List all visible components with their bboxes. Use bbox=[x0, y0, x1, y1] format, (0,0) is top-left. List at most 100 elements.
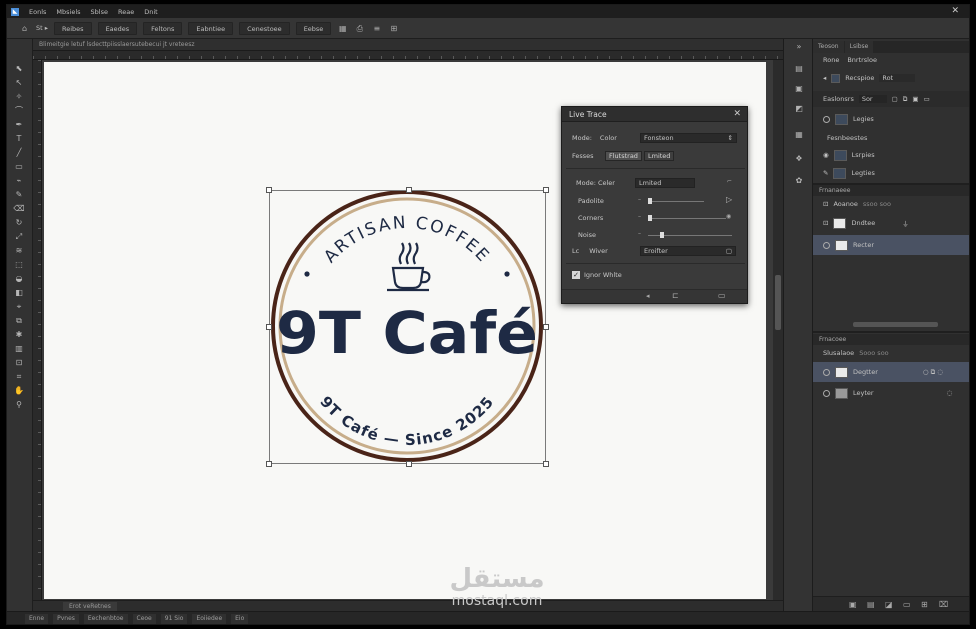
corners-slider-track[interactable] bbox=[648, 218, 726, 219]
pen-icon[interactable]: ✎ bbox=[823, 169, 828, 177]
mask-icon[interactable]: ▤ bbox=[867, 600, 875, 609]
mode-select[interactable]: Fonsteon ⇕ bbox=[640, 133, 737, 143]
folder-icon[interactable]: ▭ bbox=[903, 600, 911, 609]
target-icon[interactable]: ◌ bbox=[947, 389, 953, 397]
menu-item[interactable]: Dnit bbox=[144, 8, 157, 16]
scrollbar-thumb[interactable] bbox=[775, 275, 781, 330]
panel-tab[interactable]: Teoson bbox=[813, 41, 844, 53]
trace-icon[interactable]: ⊏ bbox=[672, 291, 679, 300]
color-icon[interactable]: ◩ bbox=[793, 103, 805, 114]
copy-layer-icon[interactable]: ⧉ bbox=[903, 95, 908, 104]
print-icon[interactable]: ⎙ bbox=[354, 23, 365, 34]
align-icon[interactable]: ≡ bbox=[371, 23, 382, 34]
mode2-select[interactable]: Lmited bbox=[635, 178, 695, 188]
transform-icon[interactable]: ⊞ bbox=[388, 23, 399, 34]
palette-play-icon[interactable]: ▷ bbox=[726, 195, 732, 204]
warp-tool-icon[interactable]: ≋ bbox=[13, 245, 25, 256]
options-prefix[interactable]: St ▸ bbox=[36, 24, 48, 32]
properties-icon[interactable]: ▣ bbox=[793, 83, 805, 94]
noise-slider-knob[interactable] bbox=[660, 232, 664, 238]
status-item[interactable]: Eechenbtoe bbox=[83, 614, 128, 624]
visibility-eye-icon[interactable] bbox=[823, 241, 830, 249]
resize-handle-e[interactable] bbox=[543, 324, 549, 330]
option-button[interactable]: Reibes bbox=[54, 21, 92, 35]
canvas-horizontal-scrollbar[interactable]: Erot veRetnes bbox=[33, 600, 783, 611]
eraser-tool-icon[interactable]: ⌫ bbox=[13, 203, 25, 214]
status-item[interactable]: Enne bbox=[25, 614, 49, 624]
resize-handle-sw[interactable] bbox=[266, 461, 272, 467]
magic-wand-tool-icon[interactable]: ✧ bbox=[13, 91, 25, 102]
status-item[interactable]: 91 Sio bbox=[160, 614, 188, 624]
rotate-tool-icon[interactable]: ↻ bbox=[13, 217, 25, 228]
option-button[interactable]: Eaedes bbox=[97, 21, 138, 35]
gradient-tool-icon[interactable]: ◧ bbox=[13, 287, 25, 298]
layer-row[interactable]: Legies bbox=[813, 111, 969, 127]
line-tool-icon[interactable]: ╱ bbox=[13, 147, 25, 158]
weaver-select[interactable]: Eroifter ▢ bbox=[640, 246, 736, 256]
layer-row[interactable]: ◉ Lsrpies bbox=[813, 147, 969, 163]
slice-tool-icon[interactable]: ⌗ bbox=[13, 371, 25, 382]
option-button[interactable]: Eebse bbox=[295, 21, 332, 35]
resize-handle-n[interactable] bbox=[406, 187, 412, 193]
canvas-vertical-scrollbar[interactable] bbox=[773, 60, 783, 600]
panel-header[interactable]: Frnanaeee bbox=[813, 185, 969, 196]
preset-option-2[interactable]: Lmited bbox=[644, 151, 675, 161]
grid-icon[interactable]: ▦ bbox=[337, 23, 348, 34]
adjust-icon[interactable]: ◪ bbox=[885, 600, 893, 609]
expand-icon[interactable]: ▭ bbox=[718, 291, 726, 300]
layer-options-icon[interactable]: ○ ⧉ ◌ bbox=[923, 368, 943, 377]
document-tab[interactable]: Blimeitgie letuf lsdecttpiisslaersutebec… bbox=[33, 39, 783, 51]
lock-icon[interactable]: ⊡ bbox=[823, 219, 828, 227]
status-item[interactable]: Eoiiedee bbox=[192, 614, 227, 624]
preset-option-1[interactable]: Flutstrad bbox=[605, 151, 642, 161]
mode2-arrow-icon[interactable]: ⌐ bbox=[727, 178, 732, 185]
visibility-eye-icon[interactable] bbox=[823, 368, 830, 376]
pencil-tool-icon[interactable]: ✎ bbox=[13, 189, 25, 200]
swatches-icon[interactable]: ▦ bbox=[793, 129, 805, 140]
rectangle-tool-icon[interactable]: ▭ bbox=[13, 161, 25, 172]
layer-row-selected[interactable]: Recter bbox=[813, 235, 969, 255]
artboard-navigator[interactable]: Erot veRetnes bbox=[63, 602, 117, 611]
scale-tool-icon[interactable]: ⤢ bbox=[13, 231, 25, 242]
corners-plus-icon[interactable]: ◉ bbox=[726, 213, 731, 220]
corners-minus-icon[interactable]: – bbox=[638, 213, 641, 220]
home-icon[interactable]: ⌂ bbox=[19, 23, 30, 34]
layers-ctrl-field[interactable]: Sor bbox=[858, 95, 887, 103]
panel-scrollbar[interactable] bbox=[853, 322, 938, 327]
symbols-icon[interactable]: ✿ bbox=[793, 175, 805, 186]
menu-item[interactable]: Reae bbox=[118, 8, 134, 16]
dialog-close-icon[interactable]: ✕ bbox=[733, 107, 741, 122]
window-close-icon[interactable]: ✕ bbox=[951, 6, 959, 16]
blend-tool-icon[interactable]: ⧉ bbox=[13, 315, 25, 326]
lasso-tool-icon[interactable]: ⌒ bbox=[13, 105, 25, 116]
panel-subtab[interactable]: Rone bbox=[823, 56, 839, 64]
new-artboard-icon[interactable]: ▣ bbox=[849, 600, 857, 609]
resize-handle-nw[interactable] bbox=[266, 187, 272, 193]
resize-handle-s[interactable] bbox=[406, 461, 412, 467]
palette-slider-knob[interactable] bbox=[648, 198, 652, 204]
menu-item[interactable]: Mbsiels bbox=[56, 8, 80, 16]
free-transform-tool-icon[interactable]: ⬚ bbox=[13, 259, 25, 270]
palette-slider-track[interactable] bbox=[648, 201, 704, 202]
artboard-tool-icon[interactable]: ⊡ bbox=[13, 357, 25, 368]
resize-handle-w[interactable] bbox=[266, 324, 272, 330]
trash-icon[interactable]: ⌧ bbox=[939, 600, 948, 609]
layer-row-selected[interactable]: Degtter ○ ⧉ ◌ bbox=[813, 362, 969, 382]
option-button[interactable]: Cenestoee bbox=[239, 21, 290, 35]
layer-row[interactable]: Leyter ◌ bbox=[813, 383, 969, 403]
mask-layer-icon[interactable]: ▣ bbox=[912, 95, 918, 103]
back-arrow-icon[interactable]: ◂ bbox=[823, 74, 826, 82]
panel-header[interactable]: Frnacoee bbox=[813, 334, 969, 345]
corners-slider-knob[interactable] bbox=[648, 215, 652, 221]
brush-tool-icon[interactable]: ⌁ bbox=[13, 175, 25, 186]
option-button[interactable]: Eabntiee bbox=[188, 21, 234, 35]
menu-item[interactable]: Eonls bbox=[29, 8, 46, 16]
menu-item[interactable]: Sblse bbox=[91, 8, 108, 16]
palette-minus-icon[interactable]: – bbox=[638, 196, 641, 203]
noise-minus-icon[interactable]: – bbox=[638, 230, 641, 237]
direct-select-tool-icon[interactable]: ↖ bbox=[13, 77, 25, 88]
symbol-tool-icon[interactable]: ✱ bbox=[13, 329, 25, 340]
filter-icon[interactable]: ⏚ bbox=[902, 218, 909, 228]
hand-tool-icon[interactable]: ✋ bbox=[13, 385, 25, 396]
dialog-title-bar[interactable]: Live Trace ✕ bbox=[562, 107, 747, 122]
